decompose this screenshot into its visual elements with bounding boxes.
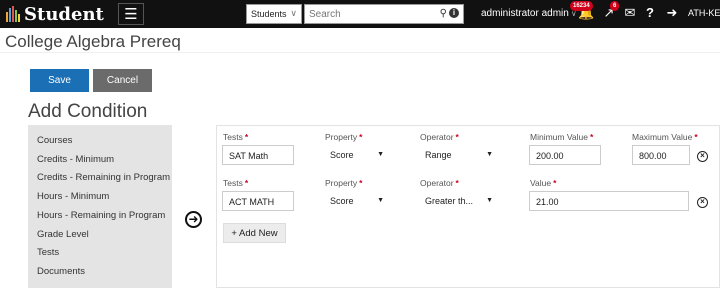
- condition-type-documents[interactable]: Documents: [37, 266, 85, 277]
- search-icon[interactable]: ⚲: [440, 8, 447, 19]
- search-scope-value: Students: [251, 9, 287, 19]
- condition-type-hours-remaining[interactable]: Hours - Remaining in Program: [37, 210, 165, 221]
- user-name: administrator admin: [481, 8, 569, 19]
- notifications-count-badge: 16234: [570, 1, 593, 11]
- help-button[interactable]: ?: [644, 5, 656, 23]
- value-input[interactable]: 21.00: [529, 191, 689, 211]
- property-label: Property *: [325, 178, 363, 188]
- save-button[interactable]: Save: [30, 69, 89, 92]
- tests-label: Tests *: [223, 132, 249, 142]
- institution-selector[interactable]: ATH-KEN: [688, 8, 720, 18]
- remove-condition-icon[interactable]: ×: [697, 151, 708, 162]
- test-input[interactable]: SAT Math: [222, 145, 294, 165]
- property-value: Score: [330, 196, 354, 206]
- top-nav-bar: Student ☰ Students ∨ Search ⚲ i administ…: [0, 0, 720, 28]
- remove-condition-icon[interactable]: ×: [697, 197, 708, 208]
- user-menu[interactable]: administrator admin ∨: [481, 8, 577, 19]
- operator-value: Range: [425, 150, 452, 160]
- page-title: College Algebra Prereq: [5, 32, 181, 51]
- maximum-value-input[interactable]: 800.00: [632, 145, 690, 165]
- minimum-value-input[interactable]: 200.00: [529, 145, 601, 165]
- hamburger-icon: ☰: [124, 6, 138, 23]
- operator-select[interactable]: Greater th... ▼: [419, 191, 499, 211]
- envelope-icon: ✉: [624, 5, 636, 20]
- condition-type-courses[interactable]: Courses: [37, 135, 72, 146]
- minimum-value-label: Minimum Value *: [530, 132, 594, 142]
- cancel-button[interactable]: Cancel: [93, 69, 152, 92]
- condition-type-credits-minimum[interactable]: Credits - Minimum: [37, 154, 114, 165]
- divider: [0, 52, 720, 53]
- app-name: Student: [24, 3, 104, 25]
- hamburger-menu-button[interactable]: ☰: [118, 3, 144, 25]
- caret-down-icon: ▼: [377, 151, 384, 158]
- caret-down-icon: ▼: [486, 151, 493, 158]
- messages-button[interactable]: ✉: [622, 5, 638, 23]
- operator-value: Greater th...: [425, 196, 474, 206]
- caret-down-icon: ▼: [486, 197, 493, 204]
- question-mark-icon: ?: [646, 5, 654, 20]
- condition-type-grade-level[interactable]: Grade Level: [37, 229, 89, 240]
- condition-type-list: Courses Credits - Minimum Credits - Rema…: [28, 125, 172, 288]
- search-placeholder: Search: [309, 9, 341, 20]
- property-select[interactable]: Score ▼: [324, 191, 390, 211]
- info-icon[interactable]: i: [449, 8, 459, 18]
- app-logo[interactable]: Student: [6, 3, 104, 25]
- sign-out-icon: ➜: [666, 5, 678, 20]
- chevron-down-icon: ∨: [290, 8, 297, 18]
- property-select[interactable]: Score ▼: [324, 145, 390, 165]
- maximum-value-label: Maximum Value *: [632, 132, 698, 142]
- operator-label: Operator *: [420, 178, 459, 188]
- test-input[interactable]: ACT MATH: [222, 191, 294, 211]
- tasks-count-badge: 6: [610, 1, 620, 11]
- condition-type-tests[interactable]: Tests: [37, 247, 59, 258]
- logo-bars-icon: [6, 6, 20, 22]
- arrow-right-circle-icon[interactable]: ➜: [185, 211, 202, 228]
- tests-label: Tests *: [223, 178, 249, 188]
- operator-label: Operator *: [420, 132, 459, 142]
- add-new-button[interactable]: + Add New: [223, 223, 286, 243]
- search-input[interactable]: Search ⚲ i: [304, 4, 464, 24]
- value-label: Value *: [530, 178, 557, 188]
- condition-type-hours-minimum[interactable]: Hours - Minimum: [37, 191, 109, 202]
- sign-out-button[interactable]: ➜: [664, 5, 680, 23]
- section-title: Add Condition: [28, 101, 148, 122]
- property-value: Score: [330, 150, 354, 160]
- condition-type-credits-remaining[interactable]: Credits - Remaining in Program: [37, 172, 170, 183]
- property-label: Property *: [325, 132, 363, 142]
- search-scope-select[interactable]: Students ∨: [246, 4, 302, 24]
- caret-down-icon: ▼: [377, 197, 384, 204]
- operator-select[interactable]: Range ▼: [419, 145, 499, 165]
